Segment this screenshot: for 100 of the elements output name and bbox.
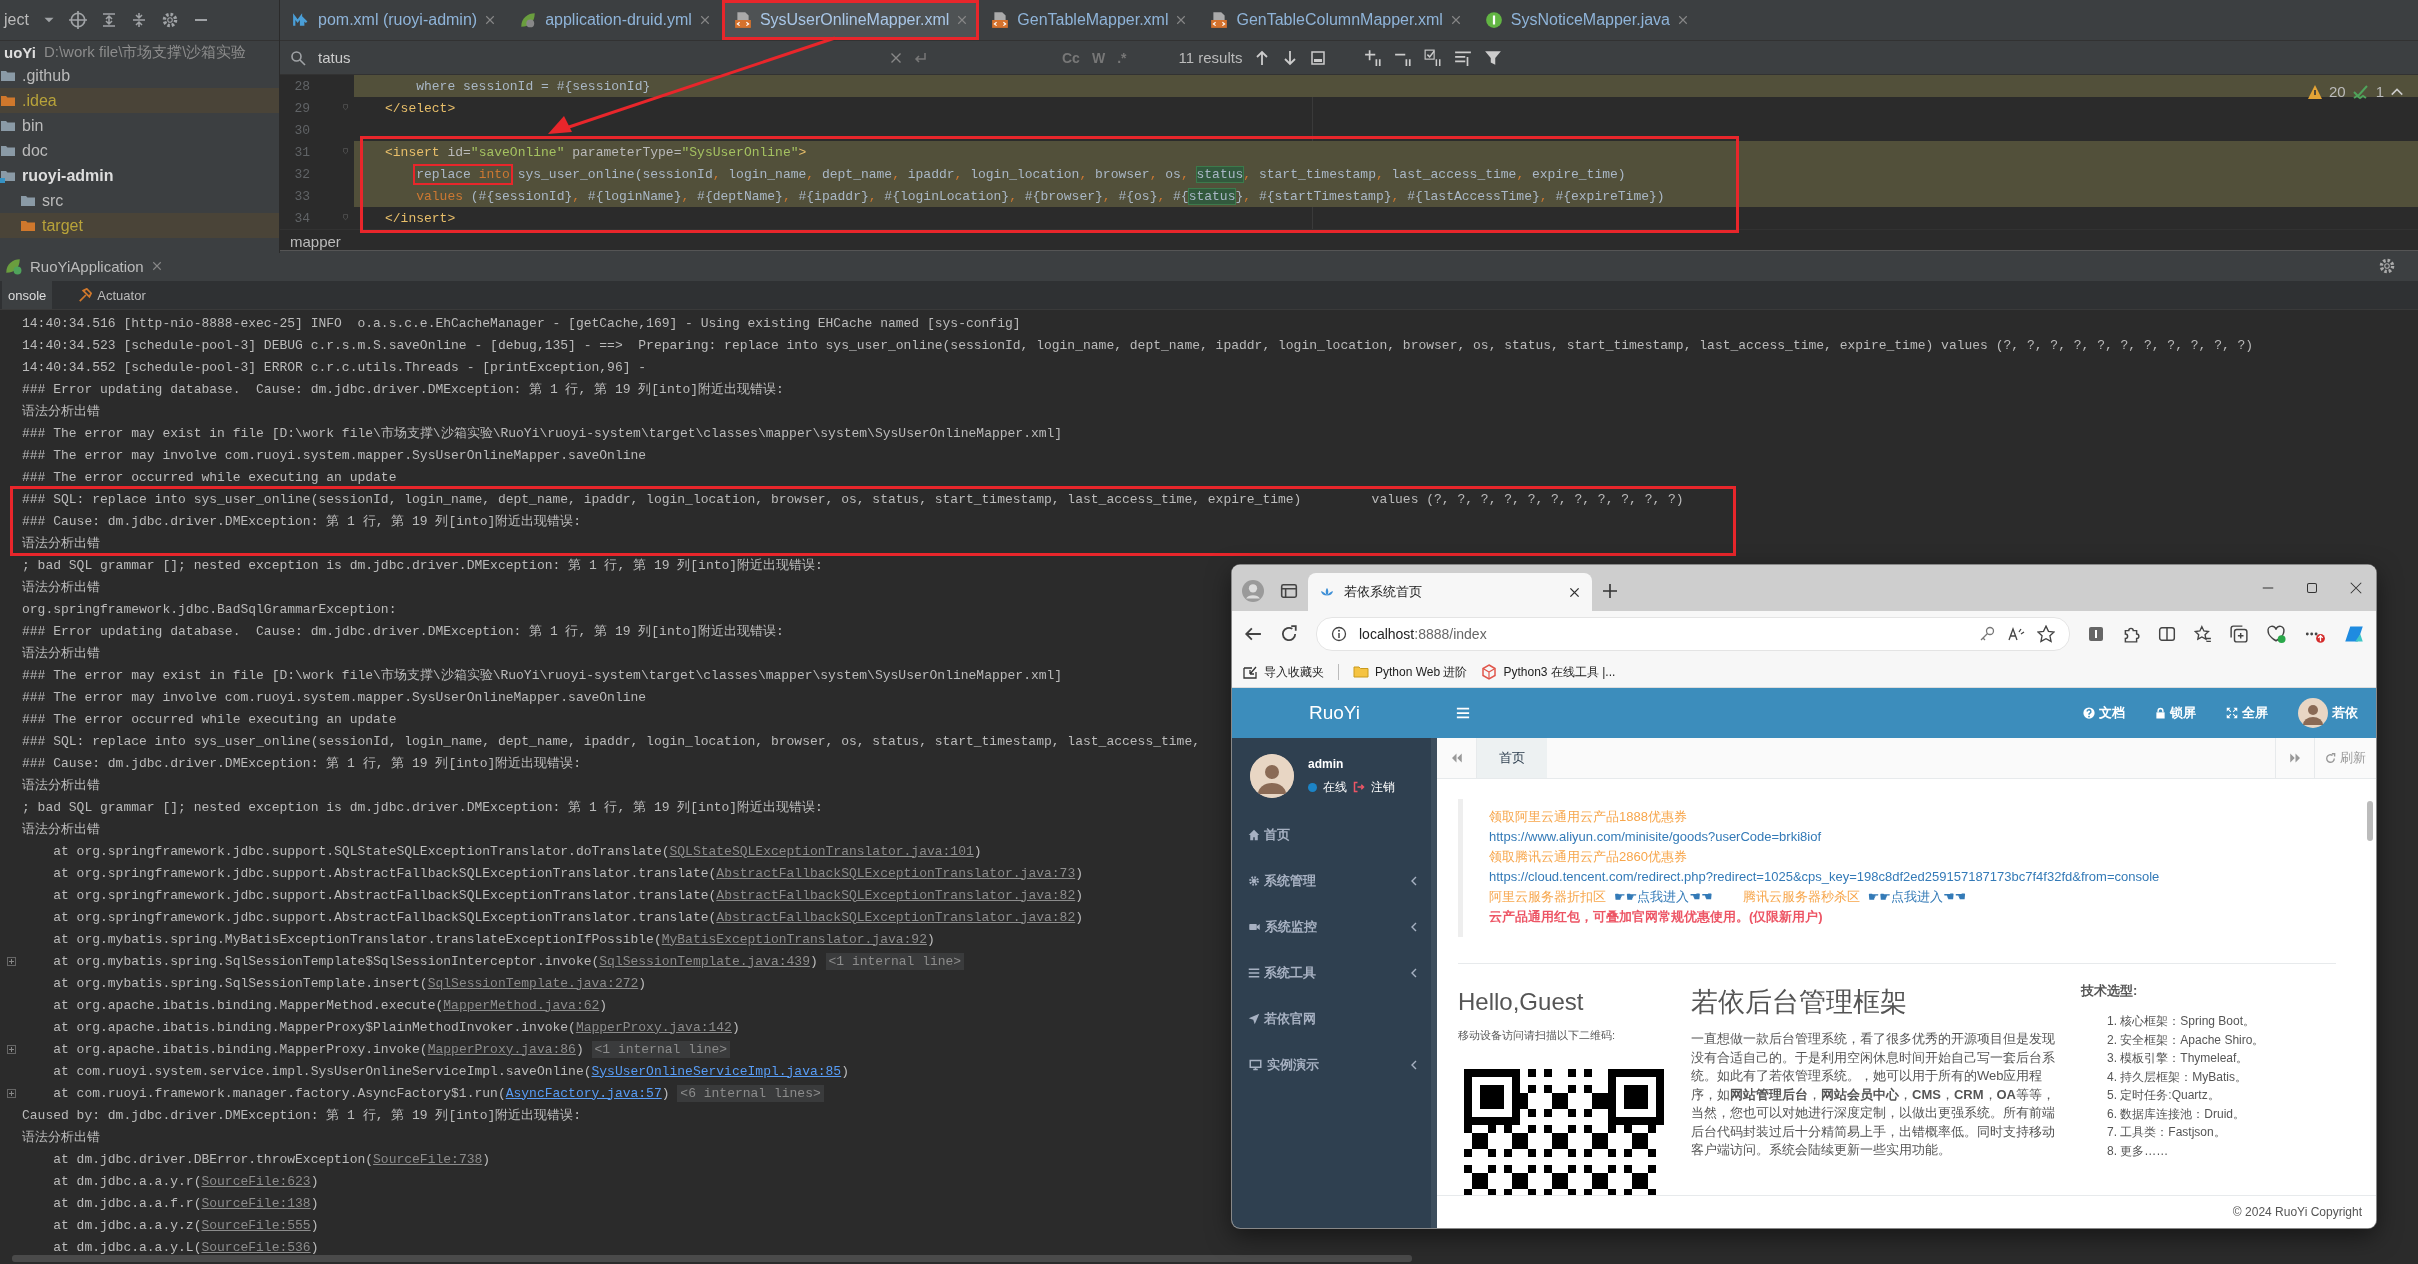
tree-item[interactable]: ruoyi-admin: [22, 166, 114, 185]
collapse-all-icon[interactable]: [130, 12, 147, 28]
expand-icon[interactable]: [6, 1044, 16, 1054]
filter-icon[interactable]: [1484, 48, 1503, 67]
panel-title[interactable]: ject: [4, 11, 29, 29]
back-icon[interactable]: [1244, 625, 1262, 643]
refresh-button[interactable]: 刷新: [2315, 738, 2376, 778]
user-menu[interactable]: 若依: [2298, 698, 2358, 728]
editor-tab[interactable]: application-druid.yml: [507, 0, 722, 40]
promo-link[interactable]: https://www.aliyun.com/minisite/goods?userCode=brki8iof: [1489, 827, 1822, 847]
menu-item[interactable]: 若依官网: [1232, 996, 1431, 1042]
header-link[interactable]: 全屏: [2226, 704, 2268, 722]
breadcrumb[interactable]: mapper: [290, 233, 341, 250]
source-link[interactable]: SQLStateSQLExceptionTranslator.java:101: [669, 843, 974, 859]
page-tab[interactable]: 首页: [1477, 738, 1547, 778]
passed-count[interactable]: 1: [2375, 83, 2384, 100]
extension-icon[interactable]: [2088, 626, 2104, 642]
scrollbar[interactable]: [12, 1255, 1412, 1262]
editor-tab[interactable]: SysNoticeMapper.java: [1472, 0, 1700, 40]
console-tab[interactable]: Actuator: [72, 281, 152, 309]
source-link[interactable]: SysUserOnlineServiceImpl.java:85: [591, 1063, 842, 1079]
folded-lines[interactable]: <1 internal line>: [825, 952, 965, 970]
maximize-icon[interactable]: [2306, 582, 2318, 594]
source-link[interactable]: SqlSessionTemplate.java:439: [599, 953, 810, 969]
source-link[interactable]: MyBatisExceptionTranslator.java:92: [661, 931, 927, 947]
promo-link[interactable]: ☛☛点我进入☚☚: [1614, 887, 1713, 907]
close-icon[interactable]: [1569, 586, 1580, 598]
bookmark[interactable]: Python Web 进阶: [1353, 663, 1468, 681]
address-bar[interactable]: localhost:8888/index: [1316, 617, 2070, 651]
source-link[interactable]: AbstractFallbackSQLExceptionTranslator.java:82: [716, 887, 1076, 903]
tree-item[interactable]: src: [42, 191, 64, 210]
folded-lines[interactable]: <6 internal lines>: [677, 1084, 824, 1102]
search-field[interactable]: tatus: [316, 48, 880, 67]
expand-icon[interactable]: [6, 956, 16, 966]
app-logo[interactable]: RuoYi: [1308, 702, 1360, 724]
bookmark[interactable]: Python3 在线工具 |...: [1481, 663, 1616, 681]
header-link[interactable]: 文档: [2083, 704, 2125, 722]
health-icon[interactable]: [2266, 625, 2286, 643]
expand-icon[interactable]: [6, 1088, 16, 1098]
split-screen-icon[interactable]: [2158, 625, 2176, 643]
source-link[interactable]: MapperProxy.java:86: [427, 1041, 576, 1057]
source-link[interactable]: AsyncFactory.java:57: [505, 1085, 662, 1101]
warning-count[interactable]: 20: [2328, 83, 2346, 100]
editor-tab[interactable]: pom.xml (ruoyi-admin): [280, 0, 508, 40]
key-icon[interactable]: [1979, 626, 1995, 642]
tree-item[interactable]: bin: [22, 116, 44, 135]
editor-tab[interactable]: GenTableMapper.xml: [979, 0, 1199, 40]
copilot-icon[interactable]: [2344, 624, 2364, 644]
read-aloud-icon[interactable]: [2007, 626, 2025, 642]
tech-item: 7. 工具类：Fastjson。: [2106, 1124, 2227, 1141]
editor-tab[interactable]: GenTableColumnMapper.xml: [1198, 0, 1473, 40]
source-link[interactable]: SourceFile:738: [373, 1151, 483, 1167]
source-link[interactable]: AbstractFallbackSQLExceptionTranslator.java:73: [716, 865, 1076, 881]
source-link[interactable]: AbstractFallbackSQLExceptionTranslator.java:82: [716, 909, 1076, 925]
source-link[interactable]: SourceFile:138: [201, 1195, 311, 1211]
source-link[interactable]: MapperMethod.java:62: [443, 997, 600, 1013]
crosshair-icon[interactable]: [68, 11, 87, 29]
star-icon[interactable]: [2037, 625, 2055, 643]
tree-item[interactable]: .idea: [22, 91, 57, 110]
expand-all-icon[interactable]: [100, 12, 117, 28]
browser-tab[interactable]: 若依系统首页: [1308, 573, 1592, 611]
settings-icon[interactable]: [2378, 257, 2396, 275]
puzzle-icon[interactable]: [2122, 625, 2140, 643]
menu-item[interactable]: 实例演示: [1232, 1042, 1431, 1088]
source-link[interactable]: SourceFile:623: [201, 1173, 311, 1189]
menu-icon[interactable]: [1455, 706, 1471, 720]
console-tab[interactable]: onsole: [2, 281, 53, 309]
run-tab[interactable]: RuoYiApplication: [30, 257, 144, 275]
folded-lines[interactable]: <1 internal line>: [591, 1040, 731, 1058]
logout-link[interactable]: 注销: [1371, 778, 1395, 796]
header-link[interactable]: 锁屏: [2155, 704, 2196, 722]
collections-icon[interactable]: [2230, 625, 2248, 643]
source-link[interactable]: SourceFile:555: [201, 1217, 311, 1233]
select-all-icon[interactable]: [1424, 48, 1443, 67]
menu-item[interactable]: 系统工具: [1232, 950, 1431, 996]
refresh-icon[interactable]: [1280, 625, 1298, 643]
menu-item[interactable]: 系统监控: [1232, 904, 1431, 950]
new-tab-icon[interactable]: [1602, 583, 1618, 599]
menu-item[interactable]: 首页: [1232, 812, 1431, 858]
favorites-icon[interactable]: [2194, 625, 2212, 643]
tree-item[interactable]: doc: [22, 141, 48, 160]
clear-icon[interactable]: [890, 51, 902, 64]
source-link[interactable]: SourceFile:536: [201, 1239, 311, 1255]
add-occurrence-icon[interactable]: [1364, 48, 1383, 67]
settings-icon[interactable]: [160, 11, 179, 29]
window-icon[interactable]: [1310, 49, 1327, 66]
promo-link[interactable]: ☛☛点我进入☚☚: [1867, 887, 1967, 907]
bookmark[interactable]: 导入收藏夹: [1242, 663, 1324, 681]
next-match-icon[interactable]: [1282, 49, 1299, 66]
editor-tab[interactable]: SysUserOnlineMapper.xml: [721, 0, 980, 40]
tab-actions-icon[interactable]: [1280, 582, 1298, 600]
tree-item[interactable]: target: [42, 216, 83, 235]
info-icon[interactable]: [1331, 626, 1347, 642]
promo-link[interactable]: https://cloud.tencent.com/redirect.php?redirect=1025&cps_key=198c8df2ed259157187173bc7f4f32fd&from=console: [1489, 867, 2160, 887]
source-link[interactable]: MapperProxy.java:142: [575, 1019, 732, 1035]
tree-item[interactable]: .github: [22, 66, 71, 85]
close-icon[interactable]: [2350, 582, 2362, 594]
source-link[interactable]: SqlSessionTemplate.java:272: [427, 975, 639, 991]
logout-icon[interactable]: [1353, 781, 1365, 793]
menu-item[interactable]: 系统管理: [1232, 858, 1431, 904]
